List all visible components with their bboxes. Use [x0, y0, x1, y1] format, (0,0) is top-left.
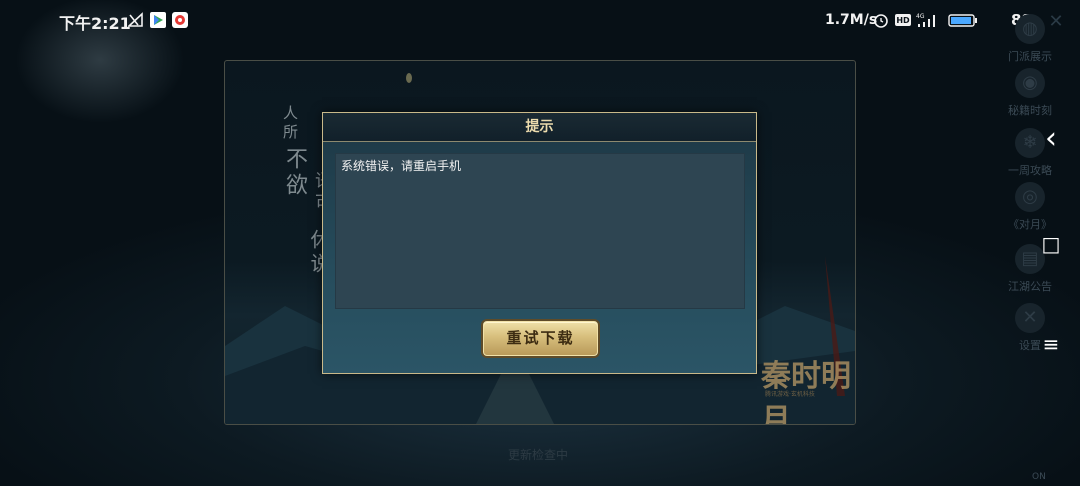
poem-line-1: 人所 — [281, 105, 299, 143]
alarm-icon — [874, 14, 888, 28]
dialog-message: 系统错误，请重启手机 — [341, 159, 462, 173]
network-speed: 1.7M/s — [825, 12, 878, 28]
rail-item-moon[interactable]: ◎ 《对月》 — [1000, 182, 1060, 232]
moon-icon: ◎ — [1015, 182, 1045, 212]
menu-icon[interactable]: ≡ — [1040, 332, 1062, 356]
signal-muted-icon — [128, 12, 143, 27]
status-bar: 下午2:21 1.7M/s HD 4G — [0, 0, 1080, 42]
alert-dialog: 提示 系统错误，请重启手机 重试下载 — [322, 112, 757, 374]
retry-download-label: 重试下载 — [506, 329, 575, 347]
dialog-title: 提示 — [525, 119, 554, 135]
svg-text:4G: 4G — [916, 13, 925, 20]
dialog-message-box: 系统错误，请重启手机 — [335, 153, 745, 309]
record-app-icon — [172, 12, 188, 28]
close-icon[interactable]: ✕ — [1045, 11, 1067, 33]
home-icon[interactable]: □ — [1040, 232, 1062, 256]
svg-text:HD: HD — [896, 16, 910, 25]
game-screen: 下午2:21 1.7M/s HD 4G ◍ 门派展示 ◉ 秘籍时刻 ❄ 一周攻略… — [0, 0, 1080, 486]
game-logo-subtitle: 腾讯游戏·玄机科技 — [765, 391, 815, 398]
corner-label: ON — [1032, 472, 1046, 482]
rail-item-scroll[interactable]: ◉ 秘籍时刻 — [1000, 68, 1060, 118]
update-status: 更新检查中 — [508, 448, 569, 462]
battery-icon — [948, 14, 977, 27]
game-logo: 秦时明月 — [761, 359, 851, 425]
back-icon[interactable]: ‹ — [1040, 124, 1062, 154]
lamp-icon — [406, 73, 412, 83]
wrench-icon: ✕ — [1015, 303, 1045, 333]
gate-icon: ◍ — [1015, 14, 1045, 44]
poem-line-2: 不欲 — [282, 147, 307, 199]
play-store-icon — [150, 12, 166, 28]
hd-icon: HD — [895, 14, 911, 26]
4g-signal-icon: 4G — [916, 13, 935, 27]
retry-download-button[interactable]: 重试下载 — [483, 321, 598, 356]
status-time: 下午2:21 — [59, 14, 131, 33]
scroll-icon: ◉ — [1015, 68, 1045, 98]
dialog-header: 提示 — [323, 113, 756, 142]
